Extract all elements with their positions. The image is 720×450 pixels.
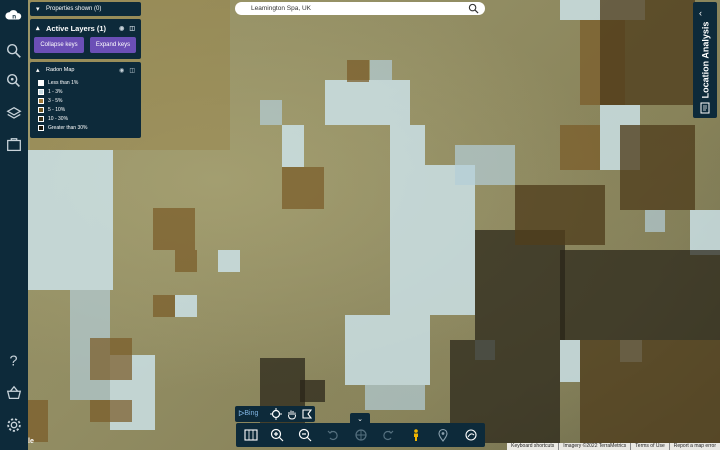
location-analysis-label: Location Analysis — [700, 21, 710, 99]
eye-icon[interactable]: ◉ — [119, 67, 124, 74]
bing-logo: ▷Bing — [239, 410, 259, 417]
svg-text:?: ? — [10, 353, 18, 369]
google-logo: le — [28, 438, 34, 445]
location-pin-icon[interactable] — [434, 426, 452, 444]
satellite-icon[interactable] — [462, 426, 480, 444]
zoom-in-icon[interactable] — [268, 426, 286, 444]
legend-item: 1 - 3% — [30, 87, 141, 96]
properties-panel[interactable]: ▾ Properties shown (0) — [30, 2, 141, 16]
map-attribution: Keyboard shortcuts Imagery ©2022 TerraMe… — [507, 443, 720, 450]
chevron-up-icon[interactable]: ▴ — [36, 66, 46, 74]
properties-shown-label: Properties shown (0) — [46, 6, 102, 12]
legend-title: Radon Map — [46, 67, 75, 73]
legend-swatch — [38, 97, 44, 104]
chevron-up-icon[interactable]: ▴ — [36, 24, 46, 32]
eye-icon[interactable]: ◉ — [119, 25, 124, 32]
collapse-keys-button[interactable]: Collapse keys — [34, 37, 84, 53]
left-sidebar: n ? — [0, 0, 28, 450]
help-icon[interactable]: ? — [3, 349, 25, 371]
trash-icon[interactable]: ◫ — [129, 25, 135, 32]
search-value: Leamington Spa, UK — [251, 5, 311, 12]
search-properties-icon[interactable] — [3, 40, 25, 62]
legend-item: 10 - 30% — [30, 114, 141, 123]
undo-icon[interactable] — [324, 426, 342, 444]
search-input[interactable]: Leamington Spa, UK — [235, 2, 485, 15]
radon-map-legend: ▴ Radon Map ◉ ◫ Less than 1% 1 - 3% 3 - 5%… — [30, 62, 141, 138]
legend-label: Less than 1% — [48, 79, 79, 86]
location-search-icon[interactable] — [3, 70, 25, 92]
chevron-left-icon[interactable]: ‹ — [699, 8, 702, 18]
draw-shape-icon[interactable] — [301, 408, 313, 420]
search-icon[interactable] — [468, 3, 479, 14]
settings-icon[interactable] — [3, 414, 25, 436]
chevron-down-icon: ⌄ — [357, 415, 363, 423]
zoom-out-icon[interactable] — [296, 426, 314, 444]
report-error-link[interactable]: Report a map error — [668, 443, 720, 450]
legend-swatch — [38, 115, 44, 122]
layers-icon[interactable] — [3, 103, 25, 125]
terms-of-use-link[interactable]: Terms of Use — [630, 443, 668, 450]
legend-item: 3 - 5% — [30, 96, 141, 105]
active-layers-title: Active Layers (1) — [46, 23, 107, 33]
keyboard-shortcuts-link[interactable]: Keyboard shortcuts — [507, 443, 558, 450]
legend-label: 5 - 10% — [48, 106, 66, 113]
legend-swatch — [38, 88, 44, 95]
map-view-icon[interactable] — [242, 426, 260, 444]
legend-label: 3 - 5% — [48, 97, 63, 104]
legend-label: Greater than 30% — [48, 124, 88, 131]
legend-label: 1 - 3% — [48, 88, 63, 95]
location-analysis-tab[interactable]: ‹ Location Analysis — [693, 2, 717, 118]
legend-item: Less than 1% — [30, 78, 141, 87]
map-toolbar — [236, 423, 485, 447]
street-view-icon[interactable] — [407, 426, 425, 444]
app-logo-icon[interactable]: n — [3, 4, 25, 26]
trash-icon[interactable]: ◫ — [129, 67, 135, 74]
report-icon[interactable] — [699, 102, 711, 114]
redo-icon[interactable] — [379, 426, 397, 444]
legend-item: 5 - 10% — [30, 105, 141, 114]
chevron-down-icon[interactable]: ▾ — [36, 5, 46, 13]
basket-icon[interactable] — [3, 382, 25, 404]
map-tools-icon[interactable] — [3, 134, 25, 156]
globe-icon[interactable] — [352, 426, 370, 444]
legend-swatch — [38, 124, 44, 131]
legend-item: Greater than 30% — [30, 123, 141, 132]
hand-icon[interactable] — [286, 408, 298, 420]
expand-keys-button[interactable]: Expand keys — [90, 37, 136, 53]
crosshair-icon[interactable] — [270, 408, 282, 420]
imagery-credit: Imagery ©2022 TerraMetrics — [558, 443, 630, 450]
legend-label: 10 - 30% — [48, 115, 69, 122]
legend-swatch — [38, 106, 44, 113]
map-style-bar: ▷Bing — [235, 406, 315, 422]
bing-label: Bing — [244, 410, 259, 417]
svg-text:n: n — [12, 14, 16, 21]
legend-swatch — [38, 79, 44, 86]
